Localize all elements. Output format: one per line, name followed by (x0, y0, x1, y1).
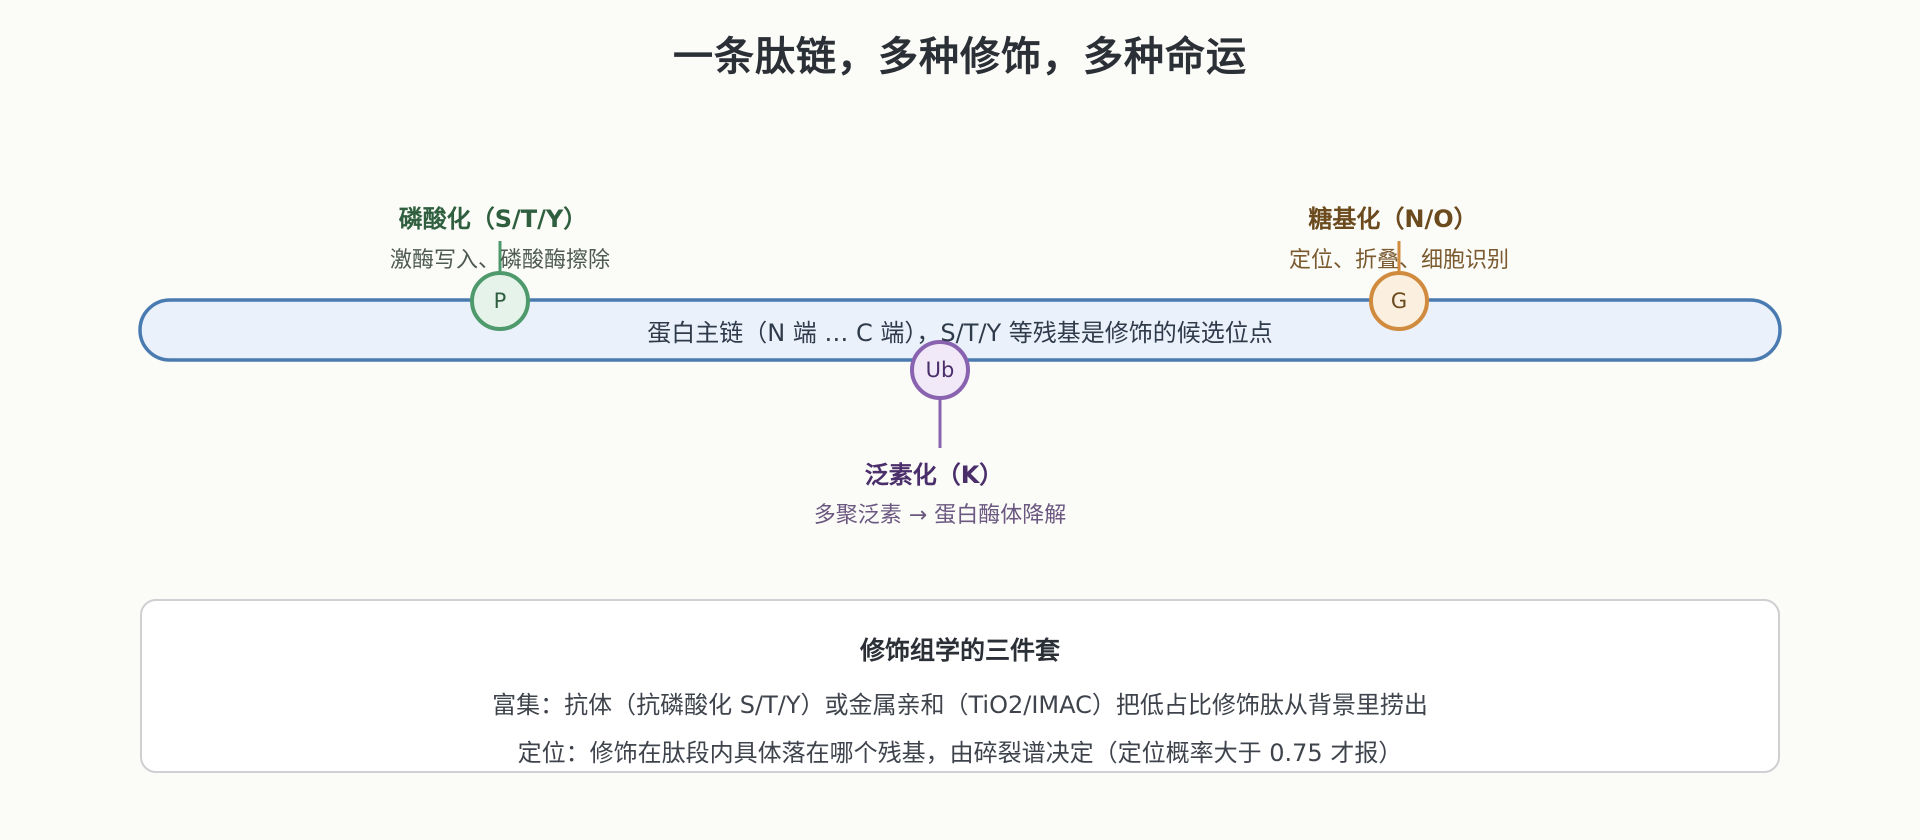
phospho-symbol: P (493, 289, 507, 313)
glyco-desc: 定位、折叠、细胞识别 (1288, 248, 1510, 273)
ubiq-desc: 多聚泛素 → 蛋白酶体降解 (813, 503, 1067, 528)
ubiq-title: 泛素化（K） (864, 461, 1004, 489)
backbone-label: 蛋白主链（N 端 … C 端），S/T/Y 等残基是修饰的候选位点 (647, 319, 1273, 347)
phospho-desc: 激酶写入、磷酸酶擦除 (389, 248, 611, 273)
info-title: 修饰组学的三件套 (859, 636, 1060, 665)
glyco-symbol: G (1390, 289, 1408, 313)
phospho-title: 磷酸化（S/T/Y） (398, 205, 588, 233)
ubiq-symbol: Ub (925, 358, 955, 382)
info-line-localization: 定位：修饰在肽段内具体落在哪个残基，由碎裂谱决定（定位概率大于 0.75 才报） (517, 739, 1403, 767)
info-box: 修饰组学的三件套 富集：抗体（抗磷酸化 S/T/Y）或金属亲和（TiO2/IMA… (140, 599, 1780, 773)
info-line-enrichment: 富集：抗体（抗磷酸化 S/T/Y）或金属亲和（TiO2/IMAC）把低占比修饰肽… (492, 691, 1428, 719)
glyco-title: 糖基化（N/O） (1308, 205, 1478, 233)
